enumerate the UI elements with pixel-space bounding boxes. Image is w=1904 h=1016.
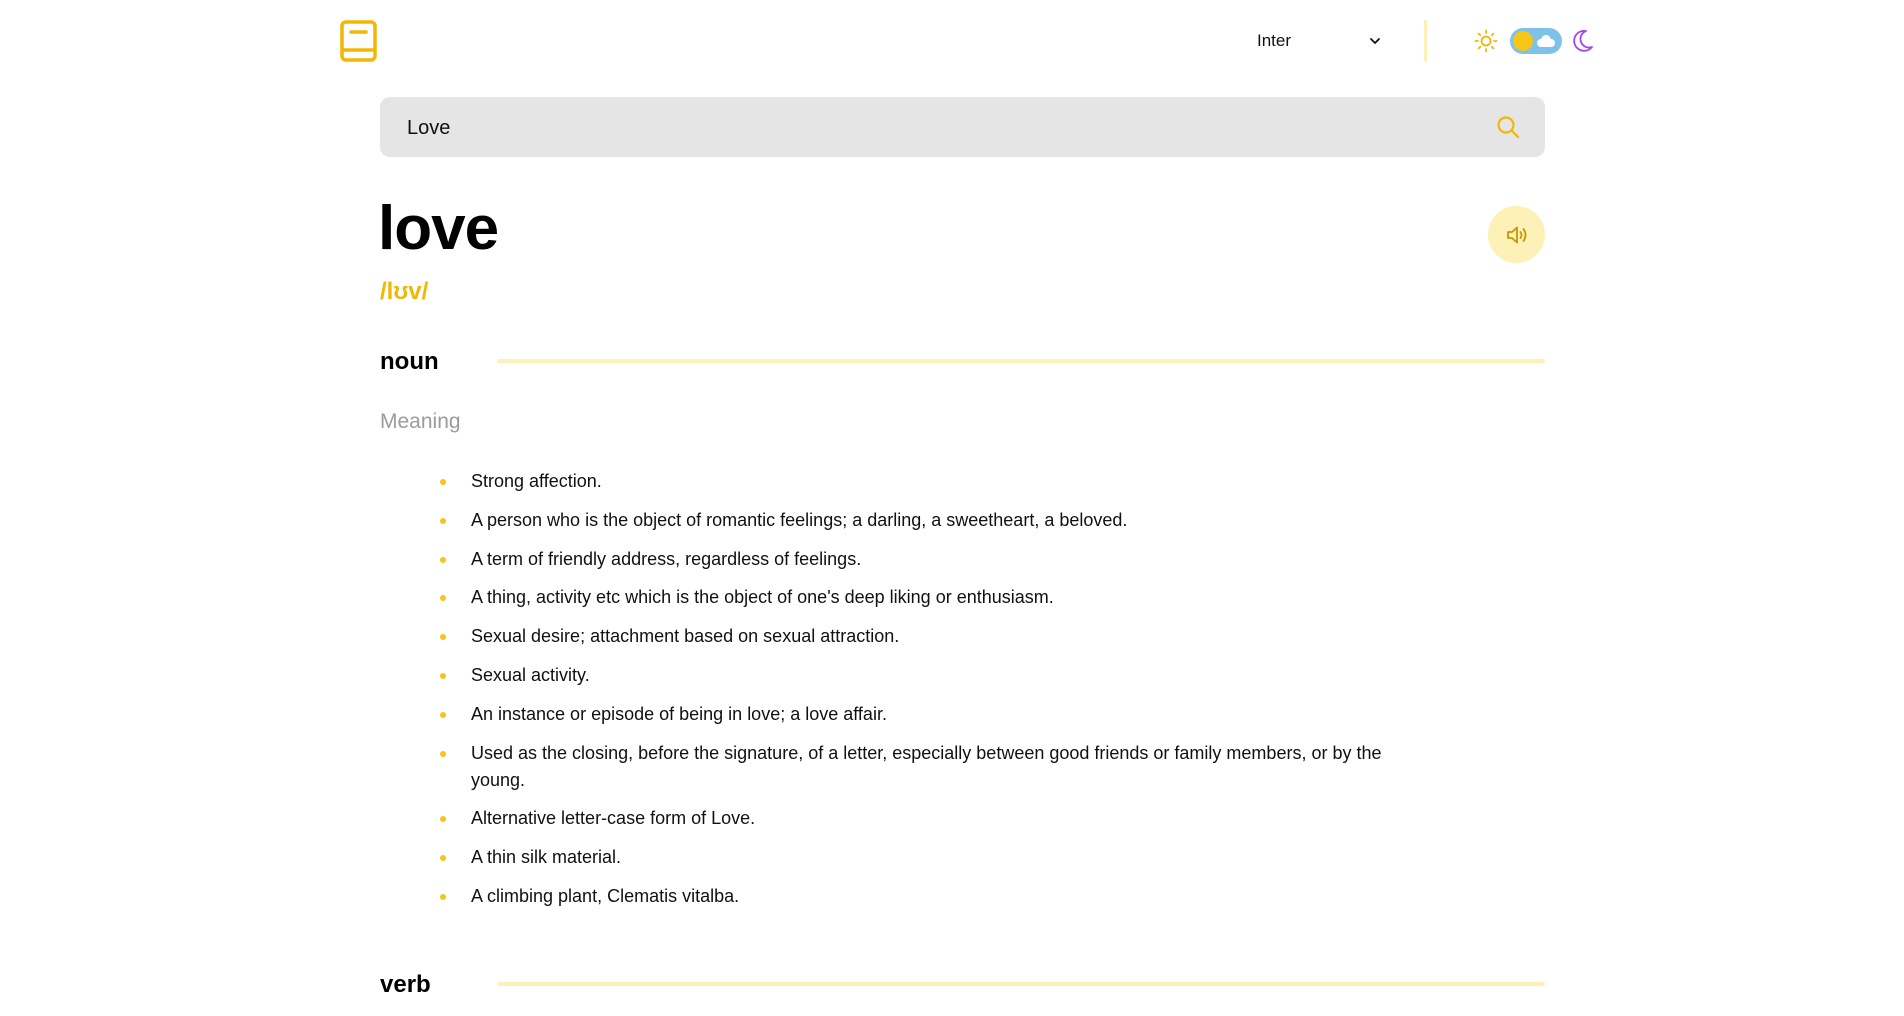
speaker-icon [1506,226,1526,243]
definition-text: A term of friendly address, regardless o… [471,548,862,569]
definition-item: A term of friendly address, regardless o… [440,546,1440,573]
part-of-speech-verb: verb [380,971,431,998]
definition-text: A thing, activity etc which is the objec… [471,587,1054,608]
cloud-icon [1537,35,1555,47]
font-selector[interactable]: Inter [1257,26,1382,56]
definition-item: A person who is the object of romantic f… [440,507,1440,534]
bullet [440,855,446,862]
definition-item: Used as the closing, before the signatur… [440,740,1440,794]
bullet [440,711,446,718]
definition-text: A climbing plant, Clematis vitalba. [471,885,740,906]
search-bar [380,97,1545,159]
word-title: love [378,194,499,263]
definition-item: A thin silk material. [440,844,1440,871]
definition-text: Strong affection. [471,471,602,491]
definition-item: Strong affection. [440,468,1440,495]
bullet [440,634,446,641]
bullet [440,595,446,602]
toggle-knob [1513,31,1533,51]
bullet [440,893,446,900]
search-icon[interactable] [1495,114,1521,140]
definition-list: Strong affection. A person who is the ob… [440,468,1440,922]
definition-text: Sexual desire; attachment based on sexua… [471,626,900,647]
bullet [440,517,446,524]
definition-text: An instance or episode of being in love;… [471,703,887,724]
part-of-speech-noun: noun [380,348,439,375]
definition-text: A person who is the object of romantic f… [471,509,1128,530]
sun-icon [1474,29,1498,53]
theme-toggle[interactable] [1510,28,1562,54]
chevron-down-icon [1370,38,1380,44]
meaning-label: Meaning [380,410,461,433]
bullet [440,816,446,823]
moon-icon [1573,29,1593,52]
section-divider-noun [497,359,1545,363]
definition-item: An instance or episode of being in love;… [440,701,1440,728]
definition-text: A thin silk material. [471,847,622,868]
definition-item: Alternative letter-case form of Love. [440,805,1440,832]
play-audio-button[interactable] [1488,206,1545,263]
search-input[interactable] [405,97,1469,159]
definition-text: Alternative letter-case form of Love. [471,808,756,829]
phonetic-text: /lʊv/ [380,278,429,305]
bullet [440,556,446,563]
book-icon[interactable] [340,20,377,62]
definition-item: A thing, activity etc which is the objec… [440,584,1440,611]
definition-text: Sexual activity. [471,664,590,685]
definition-item: A climbing plant, Clematis vitalba. [440,883,1440,910]
font-selector-value: Inter [1257,31,1292,50]
header-divider [1424,20,1427,62]
app-header: Inter [340,18,1593,64]
bullet [440,672,446,679]
definition-item: Sexual activity. [440,662,1440,689]
definition-item: Sexual desire; attachment based on sexua… [440,623,1440,650]
section-divider-verb [497,982,1545,986]
bullet [440,750,446,757]
dictionary-page: Inter Love love /lʊv/ noun Meaning Stron… [0,0,1904,1016]
bullet [440,479,446,485]
definition-text: Used as the closing, before the signatur… [471,742,1382,790]
